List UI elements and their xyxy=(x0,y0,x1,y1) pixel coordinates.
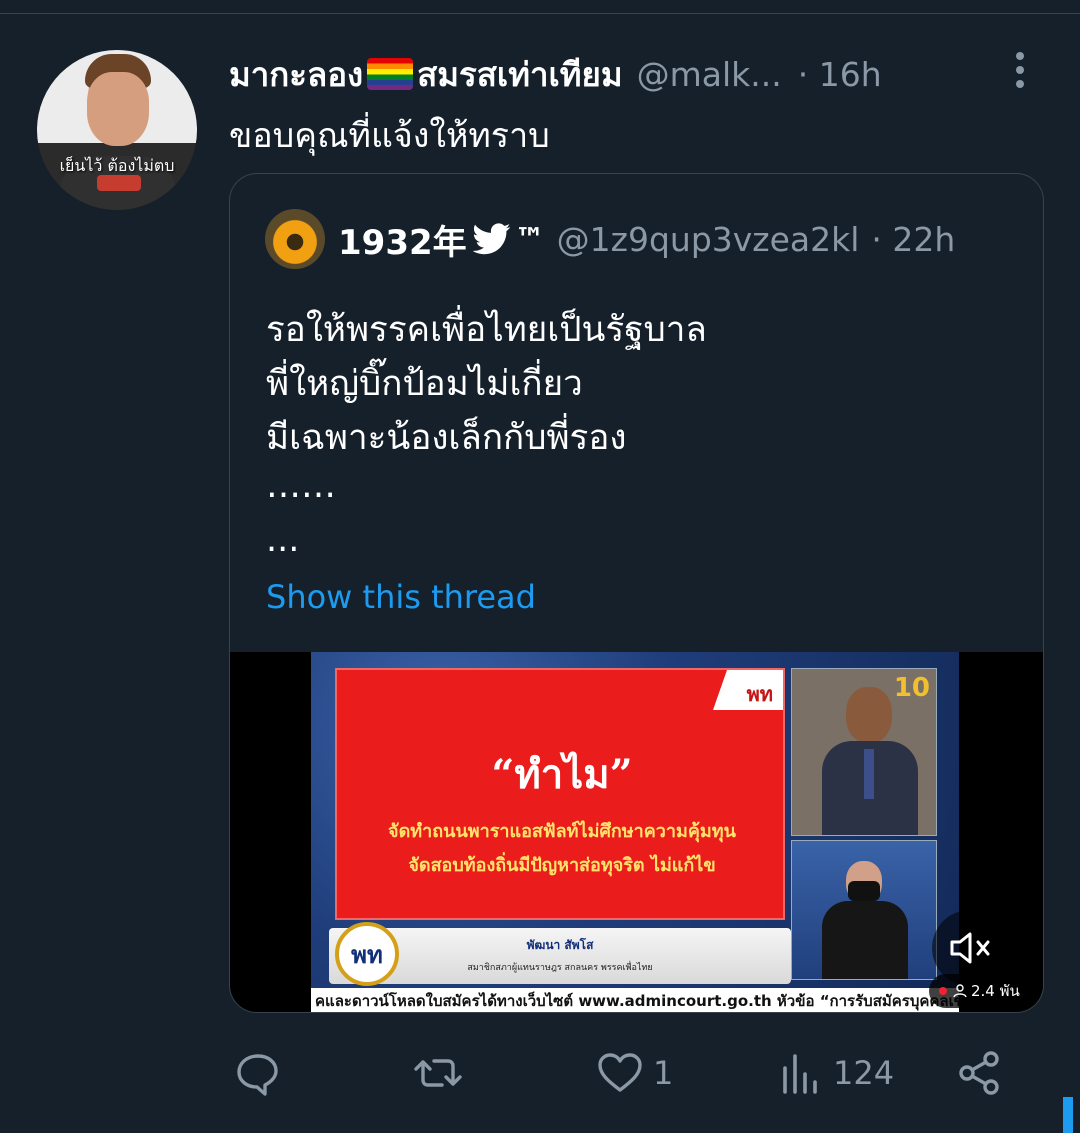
retweet-icon xyxy=(414,1059,462,1087)
video-line-1: จัดทำถนนพาราแอสฟัลท์ไม่ศึกษาความคุ้มทุน xyxy=(388,821,736,842)
person-icon xyxy=(953,984,967,998)
tweet-text: ขอบคุณที่แจ้งให้ทราบ xyxy=(229,116,550,156)
video-title: “ทำไม” xyxy=(491,751,633,798)
tweet-time[interactable]: · 16h xyxy=(798,55,882,94)
author-name-part1[interactable]: มากะลอง xyxy=(229,48,363,101)
video-line-2: จัดสอบท้องถิ่นมีปัญหาส่อทุจริต ไม่แก้ไข xyxy=(408,855,716,876)
quoted-avatar[interactable] xyxy=(265,209,325,269)
live-viewers-badge: 2.4 พัน xyxy=(929,974,1033,1008)
channel-logo: 10 xyxy=(893,673,930,703)
viewer-count: 2.4 พัน xyxy=(971,982,1020,1000)
show-thread-link[interactable]: Show this thread xyxy=(266,578,536,616)
quoted-handle[interactable]: @1z9qup3vzea2kl xyxy=(557,220,860,259)
quoted-name[interactable]: 1932年 xyxy=(338,215,467,264)
quoted-text-line: พี่ใหญ่บิ๊กป้อมไม่เกี่ยว xyxy=(266,364,583,404)
reply-button[interactable] xyxy=(233,1045,291,1101)
speaker-name-bar: พท พัฒนา สัพโส สมาชิกสภาผู้แทนราษฎร สกลน… xyxy=(329,922,791,986)
retweet-button[interactable] xyxy=(413,1045,471,1101)
views-count: 124 xyxy=(833,1054,895,1092)
share-button[interactable] xyxy=(955,1045,1005,1101)
interpreter-body xyxy=(822,901,908,979)
views-chart-icon xyxy=(783,1054,817,1094)
share-icon xyxy=(959,1051,999,1095)
video-red-panel: พท “ทำไม” จัดทำถนนพาราแอสฟัลท์ไม่ศึกษาคว… xyxy=(335,668,785,920)
speaker-name: พัฒนา สัพโส xyxy=(526,938,594,952)
news-ticker: คและดาวน์โหลดใบสมัครได้ทางเว็บไซต์ www.a… xyxy=(311,988,959,1012)
live-dot-icon xyxy=(939,987,947,995)
party-tab-label: พท xyxy=(746,682,773,706)
quoted-tm: ™ xyxy=(514,221,545,257)
twitter-bird-icon xyxy=(472,223,511,255)
quoted-tweet[interactable]: 1932年 ™ @1z9qup3vzea2kl · 22h รอให้พรรคเ… xyxy=(229,173,1044,1013)
quoted-text-line: รอให้พรรคเพื่อไทยเป็นรัฐบาล xyxy=(266,310,707,350)
like-count: 1 xyxy=(653,1054,674,1092)
avatar-caption: เย็นไว้ ต้องไม่ตบ xyxy=(59,156,175,175)
author-handle[interactable]: @malk... xyxy=(637,55,782,94)
speaker-tie xyxy=(864,749,874,799)
speaker-video-box: 10 xyxy=(791,668,937,836)
scrollbar-thumb[interactable] xyxy=(1063,1097,1073,1133)
tweet-header: มากะลอง สมรสเท่าเทียม @malk... · 16h xyxy=(229,52,989,96)
speaker-role: สมาชิกสภาผู้แทนราษฎร สกลนคร พรรคเพื่อไทย xyxy=(467,963,653,973)
author-avatar[interactable]: เย็นไว้ ต้องไม่ตบ xyxy=(37,50,197,210)
rainbow-flag-icon xyxy=(367,58,414,90)
video-frame: พท “ทำไม” จัดทำถนนพาราแอสฟัลท์ไม่ศึกษาคว… xyxy=(311,652,959,1012)
video-player[interactable]: พท “ทำไม” จัดทำถนนพาราแอสฟัลท์ไม่ศึกษาคว… xyxy=(230,652,1043,1012)
sign-language-box xyxy=(791,840,937,980)
quoted-header: 1932年 ™ @1z9qup3vzea2kl · 22h xyxy=(338,214,955,264)
tweet-actions: 1 124 xyxy=(229,1045,1029,1101)
speaker-muted-icon xyxy=(950,932,990,964)
party-tab: พท xyxy=(713,670,783,710)
quoted-time[interactable]: · 22h xyxy=(871,220,955,259)
more-options-icon[interactable] xyxy=(1005,50,1035,90)
avatar-face xyxy=(87,72,149,146)
like-button[interactable]: 1 xyxy=(595,1045,673,1101)
quoted-text-line: …… xyxy=(266,466,336,506)
author-name-part2[interactable]: สมรสเท่าเทียม xyxy=(417,48,622,101)
interpreter-mask xyxy=(848,881,880,901)
quoted-text-line: มีเฉพาะน้องเล็กกับพี่รอง xyxy=(266,418,627,458)
views-button[interactable]: 124 xyxy=(775,1045,894,1101)
speaker-head xyxy=(846,687,892,743)
top-divider xyxy=(0,0,1080,14)
reply-icon xyxy=(237,1054,278,1096)
quoted-text-line: ... xyxy=(266,520,300,560)
heart-icon xyxy=(598,1053,642,1092)
